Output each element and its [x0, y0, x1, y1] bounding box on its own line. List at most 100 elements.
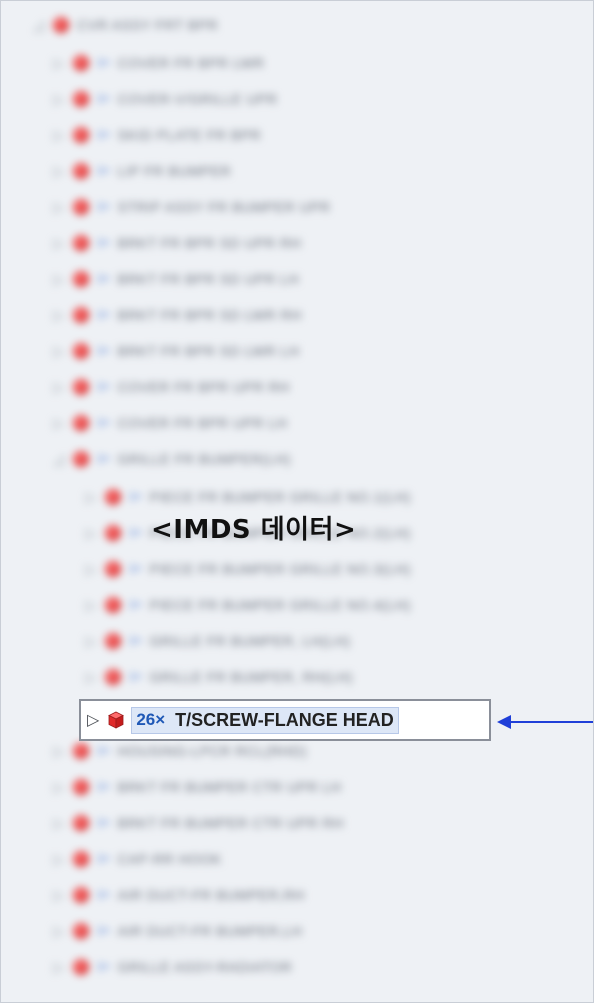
- tree-item[interactable]: ▷ 1× PIECE FR BUMPER GRILLE NO.4(LH): [83, 593, 411, 617]
- tree-item[interactable]: ▷ 1× SKID PLATE FR BPR: [51, 123, 261, 147]
- instance-icon: 1×: [97, 309, 110, 321]
- expander-icon[interactable]: ▷: [51, 887, 67, 904]
- instance-icon: 1×: [97, 417, 110, 429]
- instance-icon: 1×: [97, 889, 110, 901]
- tree-item-label: COVER FR BPR UPR LH: [117, 415, 288, 431]
- expander-icon[interactable]: ▷: [51, 415, 67, 432]
- expander-icon[interactable]: ▷: [51, 815, 67, 832]
- part-icon: [73, 55, 89, 71]
- tree-item-label: LIP FR BUMPER: [117, 163, 232, 179]
- instance-icon: 1×: [129, 599, 142, 611]
- part-icon: [73, 743, 89, 759]
- tree-item[interactable]: ▷ 1× COVER-V/GRILLE UPR: [51, 87, 277, 111]
- expander-icon[interactable]: ▷: [51, 235, 67, 252]
- instance-icon: 1×: [97, 345, 110, 357]
- tree-root[interactable]: ◿ CVR ASSY FRT BPR: [31, 13, 218, 37]
- tree-item[interactable]: ▷ 1× STRIP ASSY FR BUMPER UPR: [51, 195, 331, 219]
- tree-item-label: AIR DUCT-FR BUMPER,RH: [117, 887, 305, 903]
- tree-item[interactable]: ▷ 1× GRILLE FR BUMPER, RH(LH): [83, 665, 353, 689]
- tree-item-label: GRILLE ASSY-RADIATOR: [117, 959, 293, 975]
- part-icon: [73, 415, 89, 431]
- part-icon: [73, 887, 89, 903]
- expander-icon[interactable]: ▷: [51, 379, 67, 396]
- highlighted-item-text[interactable]: 26× T/SCREW-FLANGE HEAD: [131, 706, 399, 734]
- expander-icon[interactable]: ▷: [51, 163, 67, 180]
- expander-icon[interactable]: ▷: [83, 597, 99, 614]
- tree-item[interactable]: ▷ 1× LIP FR BUMPER: [51, 159, 231, 183]
- part-icon: [73, 343, 89, 359]
- instance-icon: 1×: [129, 635, 142, 647]
- part-icon: [73, 307, 89, 323]
- tree-item-label: STRIP ASSY FR BUMPER UPR: [117, 199, 331, 215]
- tree-panel: ◿ CVR ASSY FRT BPR ▷ 1× COVER FR BPR LWR…: [0, 0, 594, 1003]
- tree-item[interactable]: ▷ 1× BRKT FR BPR SD UPR RH: [51, 231, 301, 255]
- expander-icon[interactable]: ▷: [83, 561, 99, 578]
- tree-item[interactable]: ▷ 1× CAP-RR HOOK: [51, 847, 222, 871]
- collapse-icon[interactable]: ◿: [51, 451, 67, 468]
- expander-icon[interactable]: ▷: [51, 271, 67, 288]
- tree-item[interactable]: ◿ 1× GRILLE FR BUMPER(LH): [51, 447, 291, 471]
- tree-item-label: PIECE FR BUMPER GRILLE NO.3(LH): [149, 561, 411, 577]
- tree-item[interactable]: ▷ 1× AIR DUCT-FR BUMPER,RH: [51, 883, 305, 907]
- tree-item[interactable]: ▷ 1× BRKT FR BPR SD LWR RH: [51, 303, 302, 327]
- tree-item[interactable]: ▷ 1× BRKT FR BPR SD UPR LH: [51, 267, 299, 291]
- expander-icon[interactable]: ▷: [87, 710, 99, 730]
- expander-icon[interactable]: ▷: [51, 199, 67, 216]
- tree-item[interactable]: ▷ 1× COVER FR BPR UPR RH: [51, 375, 290, 399]
- instance-icon: 1×: [97, 381, 110, 393]
- part-icon: [73, 91, 89, 107]
- part-icon: [73, 923, 89, 939]
- instance-count: 26×: [136, 710, 166, 729]
- tree-item-label: COVER FR BPR UPR RH: [117, 379, 290, 395]
- expander-icon[interactable]: ▷: [51, 55, 67, 72]
- expander-icon[interactable]: ▷: [51, 959, 67, 976]
- tree-item[interactable]: ▷ 1× AIR DUCT-FR BUMPER,LH: [51, 919, 302, 943]
- expander-icon[interactable]: ▷: [83, 489, 99, 506]
- tree-item[interactable]: ▷ 1× BRKT FR BPR SD LWR LH: [51, 339, 299, 363]
- tree-item[interactable]: ▷ 1× HOUSING-LPCR RCL(RHD): [51, 739, 307, 763]
- tree-item[interactable]: ▷ 1× GRILLE FR BUMPER, LH(LH): [83, 629, 351, 653]
- instance-icon: 1×: [97, 165, 110, 177]
- tree-item[interactable]: ▷ 1× PIECE FR BUMPER GRILLE NO.1(LH): [83, 485, 411, 509]
- expander-icon[interactable]: ▷: [51, 307, 67, 324]
- instance-icon: 1×: [129, 527, 142, 539]
- part-icon: [105, 633, 121, 649]
- tree-item[interactable]: ▷ 1× COVER FR BPR LWR: [51, 51, 265, 75]
- tree-item[interactable]: ▷ 1× GRILLE ASSY-RADIATOR: [51, 955, 292, 979]
- tree-item-label: BRKT FR BPR SD UPR RH: [117, 235, 302, 251]
- part-icon: [105, 525, 121, 541]
- tree-item[interactable]: ▷ 1× BRKT FR BUMPER CTR UPR RH: [51, 811, 344, 835]
- instance-icon: 1×: [97, 93, 110, 105]
- expander-icon[interactable]: ▷: [83, 525, 99, 542]
- tree-item-label: SKID PLATE FR BPR: [117, 127, 262, 143]
- expander-icon[interactable]: ▷: [51, 91, 67, 108]
- pointer-arrow-icon: [497, 715, 593, 729]
- tree-item-label: CAP-RR HOOK: [117, 851, 222, 867]
- tree-item[interactable]: ▷ 1× PIECE FR BUMPER GRILLE NO.3(LH): [83, 557, 411, 581]
- tree-item[interactable]: ▷ 1× COVER FR BPR UPR LH: [51, 411, 287, 435]
- instance-icon: 1×: [97, 237, 110, 249]
- expander-icon[interactable]: ▷: [51, 779, 67, 796]
- expander-icon[interactable]: ▷: [83, 669, 99, 686]
- instance-icon: 1×: [129, 671, 142, 683]
- part-icon: [73, 959, 89, 975]
- part-icon: [53, 17, 69, 33]
- highlighted-tree-item[interactable]: ▷ 26× T/SCREW-FLANGE HEAD: [79, 699, 491, 741]
- tree-item-label: GRILLE FR BUMPER, RH(LH): [149, 669, 353, 685]
- tree-item[interactable]: ▷ 1× BRKT FR BUMPER CTR UPR LH: [51, 775, 341, 799]
- expander-icon[interactable]: ▷: [51, 851, 67, 868]
- tree-item-label: PIECE FR BUMPER GRILLE NO.1(LH): [149, 489, 411, 505]
- part-icon: [73, 815, 89, 831]
- red-cube-icon: [108, 711, 125, 729]
- tree-item-label: GRILLE FR BUMPER(LH): [117, 451, 291, 467]
- tree-item-label: PIECE FR BUMPER GRILLE NO.4(LH): [149, 597, 411, 613]
- expander-icon[interactable]: ▷: [51, 923, 67, 940]
- instance-icon: 1×: [97, 57, 110, 69]
- tree-root-label: CVR ASSY FRT BPR: [77, 17, 219, 33]
- expander-icon[interactable]: ▷: [51, 743, 67, 760]
- expander-icon[interactable]: ▷: [83, 633, 99, 650]
- collapse-icon[interactable]: ◿: [31, 17, 47, 34]
- expander-icon[interactable]: ▷: [51, 343, 67, 360]
- part-icon: [73, 379, 89, 395]
- expander-icon[interactable]: ▷: [51, 127, 67, 144]
